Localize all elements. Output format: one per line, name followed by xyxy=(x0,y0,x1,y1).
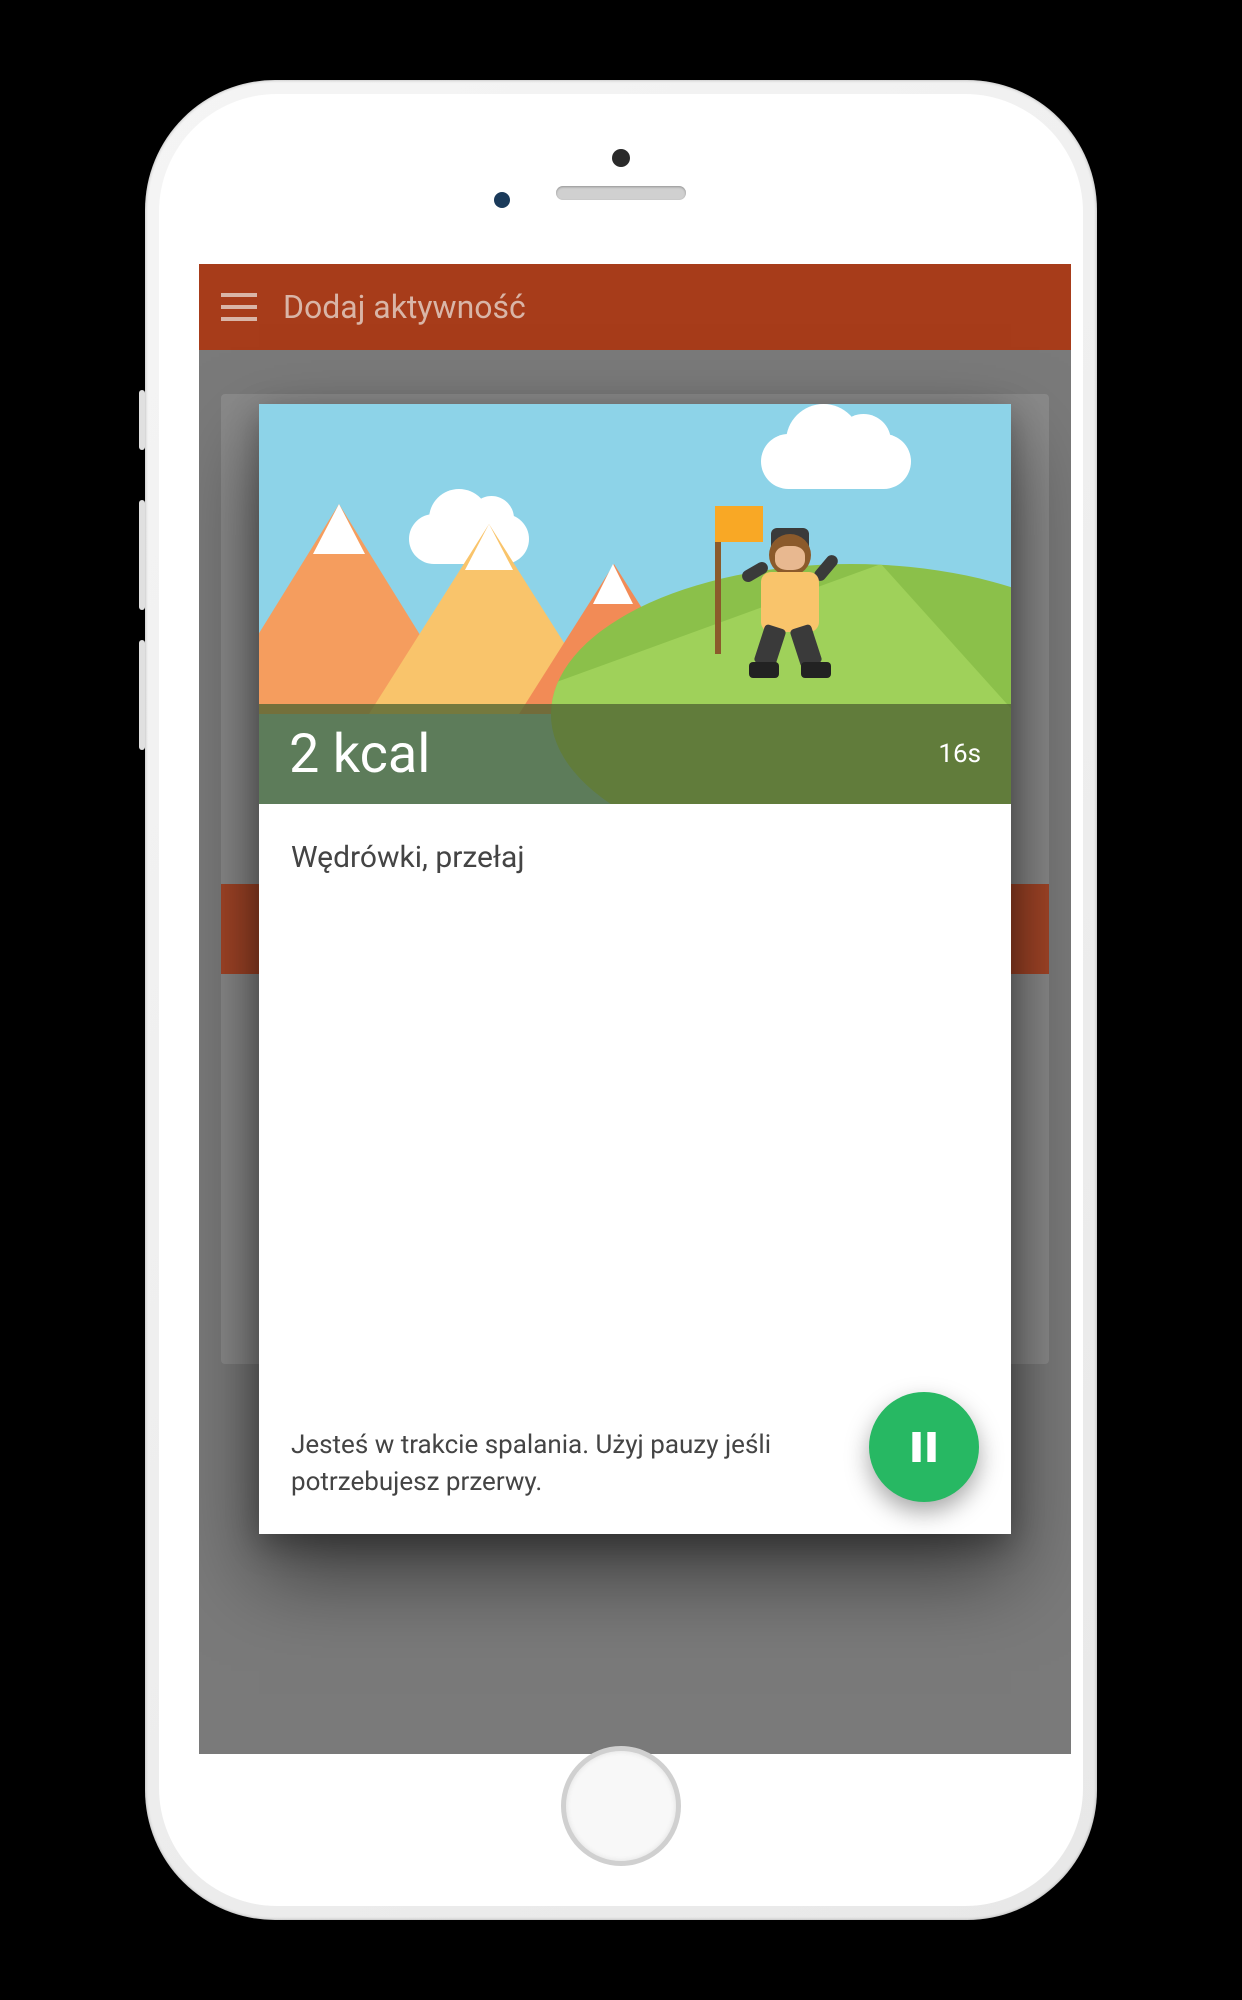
phone-volume-down xyxy=(139,640,145,750)
phone-sensor-dot xyxy=(494,192,510,208)
hiking-illustration: 2 kcal 16s xyxy=(259,404,1011,804)
hint-text: Jesteś w trakcie spalania. Użyj pauzy je… xyxy=(291,1427,811,1502)
hiker-icon xyxy=(731,534,841,694)
activity-dialog: 2 kcal 16s Wędrówki, przełaj Jesteś w tr… xyxy=(259,404,1011,1534)
snowcap-icon xyxy=(313,504,365,554)
pause-button[interactable] xyxy=(869,1392,979,1502)
calorie-bar: 2 kcal 16s xyxy=(259,704,1011,804)
dialog-content: Wędrówki, przełaj Jesteś w trakcie spala… xyxy=(259,804,1011,1534)
phone-speaker xyxy=(556,186,686,200)
app-bar: Dodaj aktywność xyxy=(199,264,1071,350)
elapsed-time: 16s xyxy=(938,739,981,769)
phone-home-button xyxy=(561,1746,681,1866)
calories-value: 2 kcal xyxy=(289,723,430,786)
snowcap-icon xyxy=(593,564,633,604)
menu-icon[interactable] xyxy=(221,293,257,321)
activity-name-label: Wędrówki, przełaj xyxy=(291,840,979,875)
phone-volume-up xyxy=(139,500,145,610)
phone-camera-dot xyxy=(612,149,630,167)
phone-mute-switch xyxy=(139,390,145,450)
snowcap-icon xyxy=(465,524,513,570)
app-screen: Dodaj aktywność xyxy=(199,264,1071,1754)
cloud-icon xyxy=(761,434,911,489)
pause-icon xyxy=(904,1427,944,1467)
phone-bezel: Dodaj aktywność xyxy=(159,94,1083,1906)
page-title: Dodaj aktywność xyxy=(283,288,526,326)
phone-device-frame: Dodaj aktywność xyxy=(145,80,1097,1920)
